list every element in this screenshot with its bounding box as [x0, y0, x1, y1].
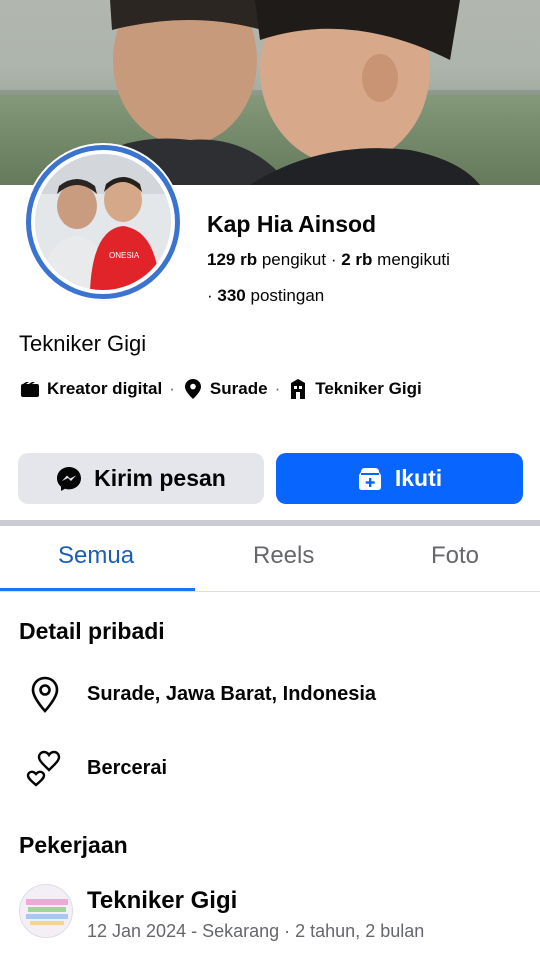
- followers-label[interactable]: pengikut: [262, 250, 326, 269]
- tab-foto[interactable]: Foto: [431, 542, 479, 570]
- avatar-people-illustration: ONESIA: [35, 154, 171, 290]
- detail-location: Surade, Jawa Barat, Indonesia: [87, 683, 376, 705]
- meta-category: Kreator digital: [47, 379, 163, 398]
- posts-label: postingan: [250, 286, 325, 305]
- work-period: 12 Jan 2024 - Sekarang · 2 tahun, 2 bula…: [87, 921, 425, 941]
- stats-separator: ·: [207, 286, 218, 305]
- profile-meta: Kreator digital · Surade · Tekniker Gigi: [19, 378, 422, 400]
- follow-button[interactable]: Ikuti: [276, 453, 523, 504]
- stats-separator: ·: [330, 250, 342, 269]
- meta-separator: ·: [274, 379, 281, 398]
- avatar-photo: ONESIA: [35, 154, 171, 290]
- active-tab-indicator: [0, 588, 195, 591]
- meta-location: Surade: [209, 379, 268, 398]
- building-icon: [287, 378, 309, 400]
- profile-avatar[interactable]: ONESIA: [24, 143, 182, 301]
- follow-plus-icon: [357, 467, 383, 491]
- tab-semua[interactable]: Semua: [58, 542, 134, 570]
- work-section-title: Pekerjaan: [19, 832, 128, 858]
- profile-name: Kap Hia Ainsod: [207, 211, 377, 237]
- detail-relationship: Bercerai: [87, 757, 168, 779]
- meta-separator: ·: [169, 379, 175, 398]
- hearts-icon: [25, 749, 65, 789]
- follow-label: Ikuti: [394, 465, 443, 491]
- follow-stats: 129 rb pengikut · 2 rb mengikuti: [207, 250, 450, 270]
- meta-work: Tekniker Gigi: [315, 379, 422, 398]
- send-message-button[interactable]: Kirim pesan: [18, 453, 264, 504]
- tab-reels[interactable]: Reels: [253, 542, 314, 570]
- profile-bio: Tekniker Gigi: [19, 331, 147, 356]
- location-pin-outline-icon: [25, 675, 65, 715]
- location-pin-icon: [182, 378, 204, 400]
- post-stats: · 330 postingan: [207, 286, 324, 306]
- profile-tabs: Semua Reels Foto: [0, 526, 540, 592]
- followers-count[interactable]: 129 rb: [207, 250, 257, 269]
- following-count[interactable]: 2 rb: [341, 250, 372, 269]
- svg-text:ONESIA: ONESIA: [109, 251, 140, 260]
- workplace-avatar[interactable]: [19, 884, 73, 938]
- work-job-title[interactable]: Tekniker Gigi: [87, 887, 237, 915]
- send-message-label: Kirim pesan: [94, 465, 226, 491]
- video-clapper-icon: [19, 378, 41, 400]
- detail-location-row: Surade, Jawa Barat, Indonesia: [0, 675, 540, 715]
- following-label[interactable]: mengikuti: [377, 250, 450, 269]
- detail-relationship-row: Bercerai: [0, 749, 540, 789]
- avatar-story-ring: ONESIA: [26, 145, 180, 299]
- workplace-logo-image: [20, 885, 72, 937]
- posts-count: 330: [217, 286, 246, 305]
- details-section-title: Detail pribadi: [19, 618, 165, 644]
- messenger-icon: [56, 466, 82, 492]
